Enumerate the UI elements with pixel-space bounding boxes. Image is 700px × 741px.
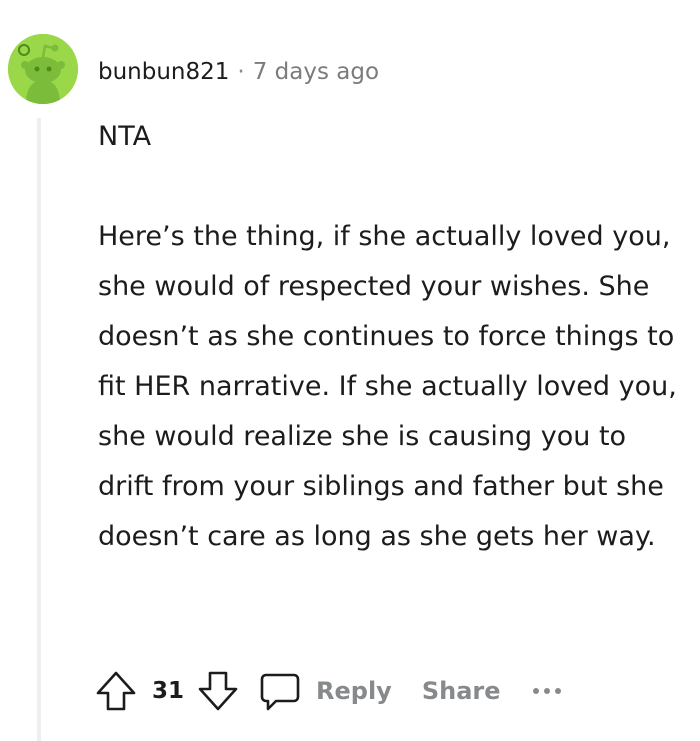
downvote-arrow-icon: [198, 671, 238, 711]
ellipsis-icon: [554, 688, 561, 694]
reply-button[interactable]: Reply: [258, 669, 392, 713]
comment-body: NTA Here’s the thing, if she actually lo…: [98, 112, 678, 562]
upvote-button[interactable]: [94, 669, 138, 713]
comment-paragraph: Here’s the thing, if she actually loved …: [98, 221, 677, 552]
share-button[interactable]: Share: [422, 677, 501, 705]
comment-header: bunbun821 · 7 days ago: [98, 52, 379, 92]
snoo-avatar-icon: [8, 34, 78, 104]
upvote-arrow-icon: [96, 671, 136, 711]
comment-verdict: NTA: [98, 121, 152, 152]
timestamp[interactable]: 7 days ago: [253, 59, 379, 85]
comment-actions: 31 Reply Share: [94, 664, 561, 718]
more-options-button[interactable]: [532, 688, 561, 694]
reply-label: Reply: [316, 677, 392, 705]
ellipsis-icon: [543, 688, 550, 694]
vote-count: 31: [152, 678, 185, 704]
share-label: Share: [421, 677, 501, 705]
separator-dot: ·: [237, 59, 245, 85]
speech-bubble-icon: [260, 673, 300, 711]
thread-line[interactable]: [37, 118, 41, 741]
downvote-button[interactable]: [196, 669, 240, 713]
ellipsis-icon: [532, 688, 539, 694]
comment: bunbun821 · 7 days ago NTA Here’s the th…: [0, 0, 700, 741]
username[interactable]: bunbun821: [98, 59, 229, 85]
avatar[interactable]: [8, 34, 78, 104]
